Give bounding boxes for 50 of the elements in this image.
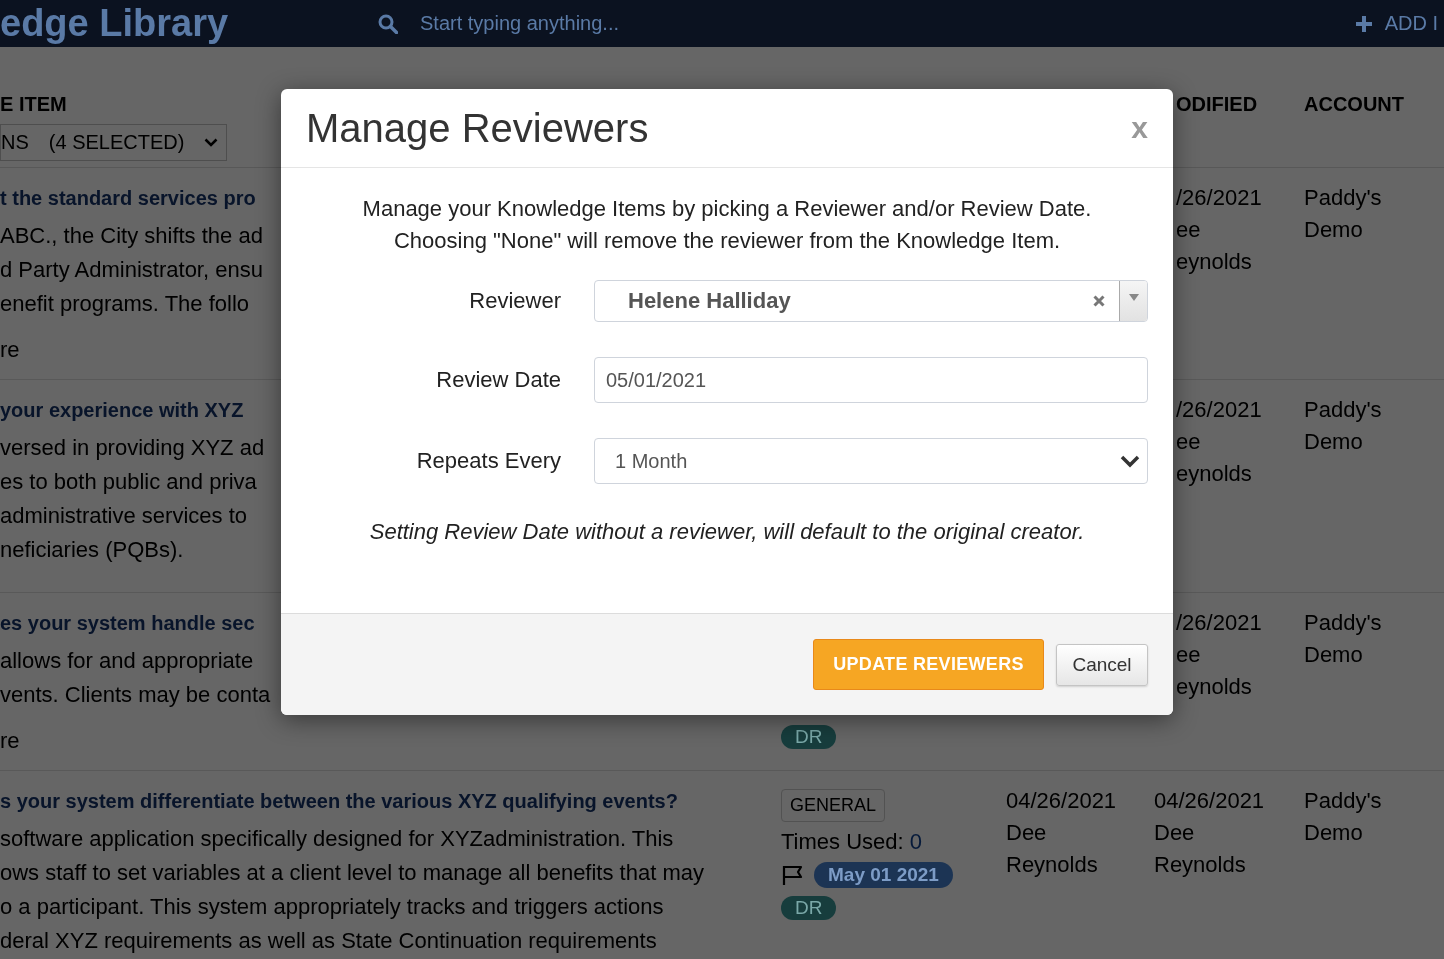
search-field[interactable]: Start typing anything... (420, 9, 840, 38)
reviewer-initials-badge: DR (781, 725, 837, 749)
intro-text: Manage your Knowledge Items by picking a Reviewer and/or Review Date. Choosing "None" will remove the reviewer from the Knowledge Item. (361, 195, 1093, 255)
reviewer-initials-badge: DR (781, 896, 837, 920)
account-cell-text: Paddy's Demo (1304, 787, 1382, 847)
note-text: Setting Review Date without a reviewer, will default to the original creator. (368, 518, 1086, 546)
answer-text: versed in providing XYZ ad es to both public and priva administrative services to neficiaries (PQBs). (0, 434, 265, 564)
modified-cell-text: /26/2021 ee eynolds (1176, 184, 1262, 276)
created-cell-text: 04/26/2021 Dee Reynolds (1006, 787, 1117, 879)
field-label: Repeats Every (416, 448, 561, 474)
flag-icon (781, 864, 805, 886)
column-header: ODIFIED (1176, 92, 1258, 117)
review-date-badge: May 01 2021 (814, 862, 953, 888)
answer-text: allows for and appropriate vents. Clients may be conta (0, 647, 271, 709)
times-used-label: Times Used: (781, 828, 904, 856)
repeat-select[interactable]: 1 Month (594, 438, 1148, 484)
question-link[interactable]: s your system differentiate between the various XYZ qualifying events? (0, 784, 678, 818)
search-icon (378, 13, 398, 34)
question-link[interactable]: es your system handle sec (0, 606, 255, 640)
trailing-text: re (0, 336, 20, 364)
plus-icon (1354, 14, 1373, 33)
modified-cell-text: 04/26/2021 Dee Reynolds (1154, 787, 1265, 879)
date-input[interactable]: 05/01/2021 (594, 357, 1148, 403)
field-label: Review Date (436, 367, 561, 393)
trailing-text: re (0, 727, 20, 755)
app-title: edge Library (0, 1, 230, 46)
chevron-down-icon (1120, 454, 1140, 468)
update-reviewers-button[interactable]: UPDATE REVIEWERS (813, 639, 1044, 690)
reviewer-combobox[interactable]: Helene Halliday (594, 280, 1148, 322)
field-label: Reviewer (469, 288, 561, 314)
answer-text: ABC., the City shifts the ad d Party Administrator, ensu enefit programs. The follo (0, 222, 263, 318)
cancel-button[interactable]: Cancel (1056, 643, 1148, 686)
answer-text: software application specifically designed for XYZadministration. This ows staff to set variables at a client level to manage all benefits that may o a participant. This system appropriately tracks and triggers actions deral XYZ requirements as well as State Continuation requirements (0, 825, 704, 955)
clear-icon[interactable] (1093, 295, 1105, 307)
add-button[interactable]: ADD I (1354, 12, 1444, 35)
close-button[interactable]: x (1131, 113, 1148, 143)
column-header: E ITEM (0, 92, 67, 116)
chevron-down-icon (204, 138, 219, 147)
dialog-title: Manage Reviewers (306, 105, 649, 152)
account-cell-text: Paddy's Demo (1304, 609, 1382, 669)
question-link[interactable]: t the standard services pro (0, 181, 256, 215)
account-cell-text: Paddy's Demo (1304, 184, 1382, 244)
question-link[interactable]: your experience with XYZ (0, 393, 244, 427)
filter-dropdown[interactable]: NS (4 SELECTED) (0, 124, 228, 161)
column-header: ACCOUNT (1304, 92, 1404, 117)
category-tag: GENERAL (781, 789, 886, 822)
times-used-count: 0 (909, 828, 922, 856)
modified-cell-text: /26/2021 ee eynolds (1176, 396, 1262, 488)
modified-cell-text: /26/2021 ee eynolds (1176, 609, 1262, 701)
account-cell-text: Paddy's Demo (1304, 396, 1382, 456)
